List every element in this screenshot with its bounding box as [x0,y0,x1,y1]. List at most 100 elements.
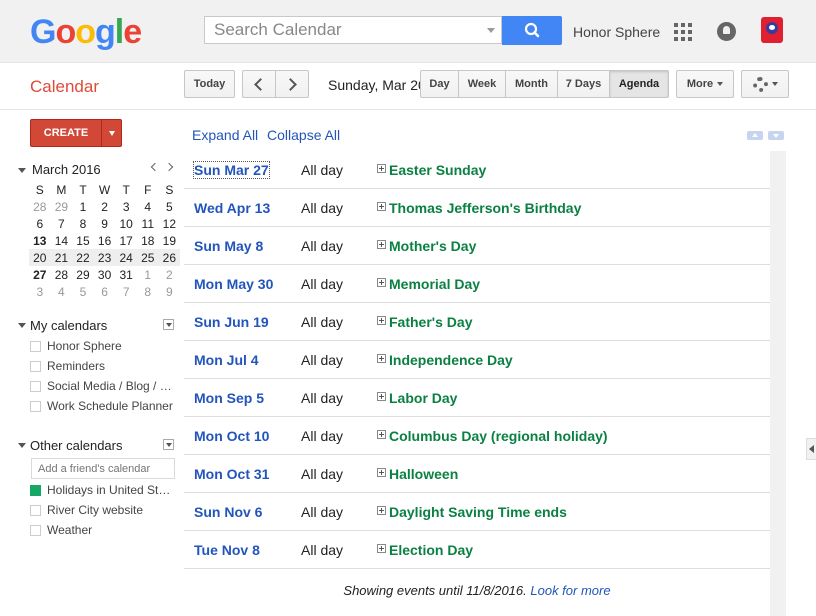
mini-calendar-day[interactable]: 6 [29,215,51,232]
mini-calendar-day[interactable]: 2 [94,198,116,215]
expand-event-icon[interactable] [377,392,386,401]
mini-calendar-day[interactable]: 1 [72,198,94,215]
mini-calendar-day[interactable]: 1 [137,266,159,283]
event-title[interactable]: Thomas Jefferson's Birthday [389,200,581,216]
google-logo[interactable]: Google [30,13,142,52]
mini-calendar-day[interactable]: 2 [159,266,181,283]
event-title[interactable]: Labor Day [389,390,457,406]
mini-calendar-day[interactable]: 13 [29,232,51,249]
mini-calendar-day[interactable]: 10 [115,215,137,232]
mini-calendar-day[interactable]: 3 [29,283,51,300]
mini-calendar-day[interactable]: 9 [159,283,181,300]
mini-calendar-next-icon[interactable] [164,162,174,172]
mini-calendar-day[interactable]: 4 [137,198,159,215]
expand-event-icon[interactable] [377,202,386,211]
calendar-item[interactable]: Reminders [30,359,176,373]
mini-calendar-day[interactable]: 7 [51,215,73,232]
scroll-up-icon[interactable] [747,131,763,140]
event-date[interactable]: Mon Jul 4 [194,352,259,368]
today-button[interactable]: Today [184,70,235,98]
add-friend-calendar-input[interactable] [31,458,175,479]
calendar-item[interactable]: Social Media / Blog / Marketing [30,379,176,393]
collapse-arrow-icon[interactable] [18,168,26,173]
event-date[interactable]: Tue Nov 8 [194,542,260,558]
scroll-down-icon[interactable] [768,131,784,140]
view-7days-button[interactable]: 7 Days [557,70,610,98]
event-date[interactable]: Sun Jun 19 [194,314,269,330]
my-calendars-menu-icon[interactable] [163,319,174,330]
settings-button[interactable] [741,70,789,98]
event-title[interactable]: Election Day [389,542,473,558]
mini-calendar-day[interactable]: 24 [115,249,137,266]
expand-event-icon[interactable] [377,354,386,363]
event-title[interactable]: Easter Sunday [389,162,486,178]
view-month-button[interactable]: Month [505,70,558,98]
mini-calendar-day[interactable]: 28 [29,198,51,215]
search-button[interactable] [502,16,562,45]
event-date[interactable]: Wed Apr 13 [194,200,270,216]
mini-calendar-day[interactable]: 21 [50,249,73,266]
mini-calendar-day[interactable]: 3 [115,198,137,215]
agenda-row[interactable]: Sun Jun 19 All day Father's Day [184,303,770,341]
look-for-more-link[interactable]: Look for more [530,583,610,598]
mini-calendar-day[interactable]: 26 [158,249,181,266]
mini-calendar-day[interactable]: 28 [51,266,73,283]
expand-all-link[interactable]: Expand All [192,127,258,143]
my-calendars-heading[interactable]: My calendars [30,318,107,333]
apps-grid-icon[interactable] [674,23,692,41]
search-input[interactable] [205,17,484,43]
mini-calendar-day[interactable]: 20 [29,249,51,266]
agenda-row[interactable]: Mon Oct 31 All day Halloween [184,455,770,493]
mini-calendar-day[interactable]: 18 [137,232,159,249]
collapse-arrow-icon[interactable] [18,323,26,328]
mini-calendar-day[interactable]: 14 [51,232,73,249]
more-button[interactable]: More [676,70,734,98]
previous-period-button[interactable] [242,70,276,98]
expand-event-icon[interactable] [377,544,386,553]
mini-calendar-prev-icon[interactable] [150,162,160,172]
mini-calendar-day[interactable]: 25 [136,249,159,266]
agenda-row[interactable]: Mon Oct 10 All day Columbus Day (regional … [184,417,770,455]
avatar[interactable] [761,17,783,43]
mini-calendar-day[interactable]: 15 [72,232,94,249]
mini-calendar-day[interactable]: 8 [137,283,159,300]
event-date[interactable]: Sun Mar 27 [193,161,270,179]
mini-calendar-day[interactable]: 12 [159,215,181,232]
mini-calendar-day[interactable]: 29 [51,198,73,215]
mini-calendar-day[interactable]: 9 [94,215,116,232]
mini-calendar-day[interactable]: 5 [159,198,181,215]
next-period-button[interactable] [275,70,309,98]
event-date[interactable]: Mon Sep 5 [194,390,264,406]
agenda-row[interactable]: Mon Sep 5 All day Labor Day [184,379,770,417]
agenda-row[interactable]: Sun Mar 27 All day Easter Sunday [184,151,770,189]
notifications-icon[interactable] [717,22,736,41]
collapse-arrow-icon[interactable] [18,443,26,448]
mini-calendar-day[interactable]: 17 [115,232,137,249]
expand-event-icon[interactable] [377,430,386,439]
expand-event-icon[interactable] [377,506,386,515]
search-options-icon[interactable] [487,28,495,33]
event-date[interactable]: Sun May 8 [194,238,263,254]
calendar-item[interactable]: Honor Sphere [30,339,176,353]
calendar-item[interactable]: Work Schedule Planner [30,399,176,413]
other-calendars-heading[interactable]: Other calendars [30,438,123,453]
user-name[interactable]: Honor Sphere [573,24,660,40]
mini-calendar-day[interactable]: 19 [159,232,181,249]
mini-calendar-day[interactable]: 11 [137,215,159,232]
mini-calendar-day[interactable]: 4 [51,283,73,300]
calendar-item[interactable]: Weather [30,523,176,537]
event-title[interactable]: Daylight Saving Time ends [389,504,567,520]
mini-calendar-day[interactable]: 16 [94,232,116,249]
event-title[interactable]: Memorial Day [389,276,480,292]
agenda-row[interactable]: Sun Nov 6 All day Daylight Saving Time end… [184,493,770,531]
expand-event-icon[interactable] [377,316,386,325]
event-date[interactable]: Mon Oct 10 [194,428,269,444]
mini-calendar-day[interactable]: 8 [72,215,94,232]
mini-calendar-day[interactable]: 31 [115,266,137,283]
agenda-row[interactable]: Mon May 30 All day Memorial Day [184,265,770,303]
mini-calendar-day[interactable]: 6 [94,283,116,300]
expand-event-icon[interactable] [377,468,386,477]
mini-calendar-day[interactable]: 23 [93,249,116,266]
event-title[interactable]: Father's Day [389,314,472,330]
agenda-row[interactable]: Sun May 8 All day Mother's Day [184,227,770,265]
